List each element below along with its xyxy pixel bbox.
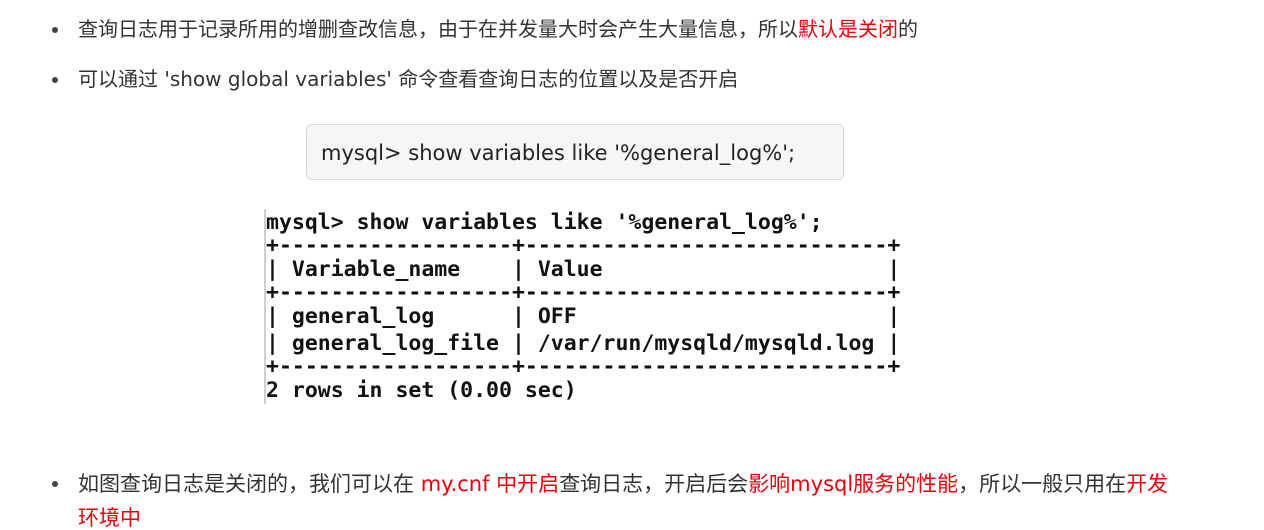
terminal-line: 2 rows in set (0.00 sec) <box>266 378 577 403</box>
terminal-line: | general_log | OFF | <box>266 304 901 329</box>
terminal-line: | Variable_name | Value | <box>266 257 901 282</box>
bullet-dot <box>52 481 58 487</box>
bullet-text: 如图查询日志是关闭的，我们可以在 my.cnf 中开启查询日志，开启后会影响my… <box>78 466 1168 502</box>
highlight-text: 默认是关闭 <box>798 17 898 41</box>
code-block: mysql> show variables like '%general_log… <box>306 124 844 180</box>
bullet-dot <box>52 77 58 83</box>
terminal-output-image: mysql> show variables like '%general_log… <box>264 209 900 404</box>
text-segment: ，所以一般只用在 <box>958 472 1127 496</box>
cut-off-text: 环境中 <box>78 506 141 530</box>
highlight-text: 开发 <box>1126 472 1169 496</box>
terminal-line: +------------------+--------------------… <box>266 280 901 305</box>
terminal-line: | general_log_file | /var/run/mysqld/mys… <box>266 331 901 356</box>
terminal-line: +------------------+--------------------… <box>266 354 901 379</box>
text-segment: 可以通过 'show global variables' 命令查看查询日志的位置… <box>78 67 739 91</box>
highlight-text: my.cnf 中开启 <box>420 472 560 496</box>
text-segment: 如图查询日志是关闭的，我们可以在 <box>78 472 421 496</box>
highlight-text: 影响mysql服务的性能 <box>748 472 959 496</box>
terminal-line: mysql> show variables like '%general_log… <box>266 210 823 235</box>
text-segment: 查询日志用于记录所用的增删查改信息，由于在并发量大时会产生大量信息，所以 <box>78 17 798 41</box>
terminal-line: +------------------+--------------------… <box>266 233 901 258</box>
text-segment: 的 <box>898 17 918 41</box>
bullet-text: 查询日志用于记录所用的增删查改信息，由于在并发量大时会产生大量信息，所以默认是关… <box>78 12 918 46</box>
bullet-text: 可以通过 'show global variables' 命令查看查询日志的位置… <box>78 62 738 96</box>
bullet-dot <box>52 27 58 33</box>
text-segment: 查询日志，开启后会 <box>559 472 749 496</box>
